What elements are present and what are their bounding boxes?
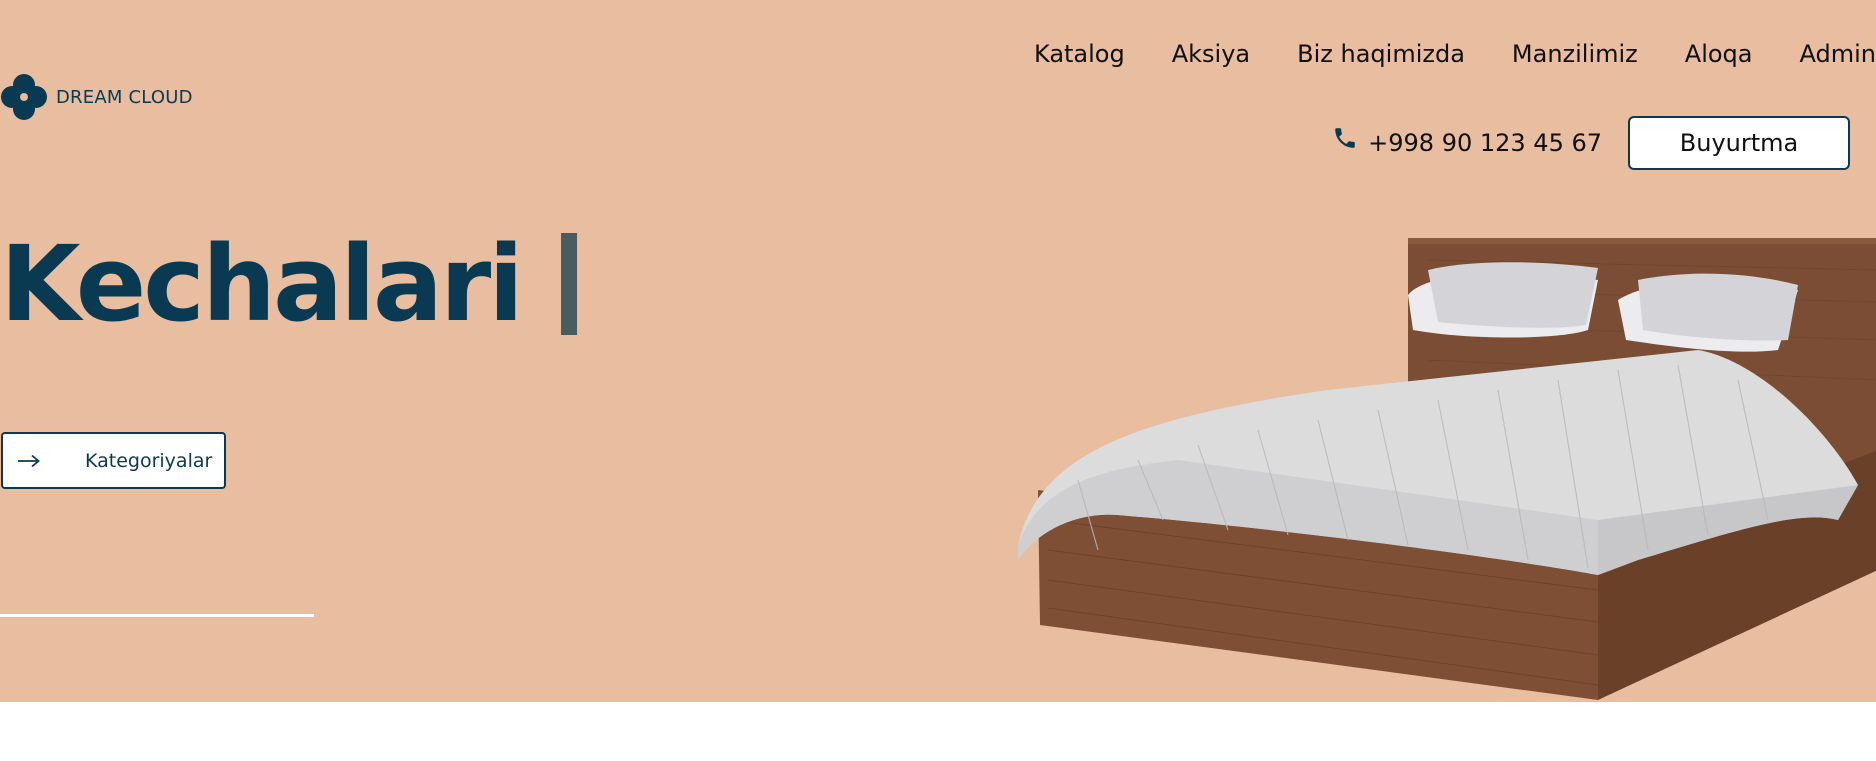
phone-number: +998 90 123 45 67 — [1368, 129, 1602, 157]
headline-text: Kechalari — [0, 223, 524, 345]
hero-section: DREAM CLOUD Katalog Aksiya Biz haqimizda… — [0, 0, 1876, 702]
order-button[interactable]: Buyurtma — [1628, 116, 1850, 170]
typing-cursor — [560, 233, 577, 335]
hero-headline: Kechalari — [0, 232, 577, 336]
categories-button[interactable]: Kategoriyalar — [1, 432, 226, 489]
main-nav: Katalog Aksiya Biz haqimizda Manzilimiz … — [1034, 40, 1876, 68]
nav-item-manzilimiz[interactable]: Manzilimiz — [1512, 40, 1638, 68]
brand-logo[interactable]: DREAM CLOUD — [0, 73, 193, 121]
contact-row: +998 90 123 45 67 Buyurtma — [1332, 116, 1850, 170]
phone-icon — [1332, 128, 1358, 151]
nav-item-admin[interactable]: Admin — [1800, 40, 1876, 68]
nav-item-aloqa[interactable]: Aloqa — [1685, 40, 1753, 68]
bed-image — [998, 230, 1876, 702]
arrow-right-icon — [17, 454, 43, 468]
nav-item-biz-haqimizda[interactable]: Biz haqimizda — [1297, 40, 1465, 68]
nav-item-aksiya[interactable]: Aksiya — [1172, 40, 1250, 68]
phone-link[interactable]: +998 90 123 45 67 — [1332, 128, 1602, 157]
slide-progress-line — [0, 614, 314, 617]
brand-name: DREAM CLOUD — [56, 86, 193, 108]
categories-label: Kategoriyalar — [85, 449, 213, 472]
nav-item-katalog[interactable]: Katalog — [1034, 40, 1125, 68]
clover-logo-icon — [0, 73, 48, 121]
